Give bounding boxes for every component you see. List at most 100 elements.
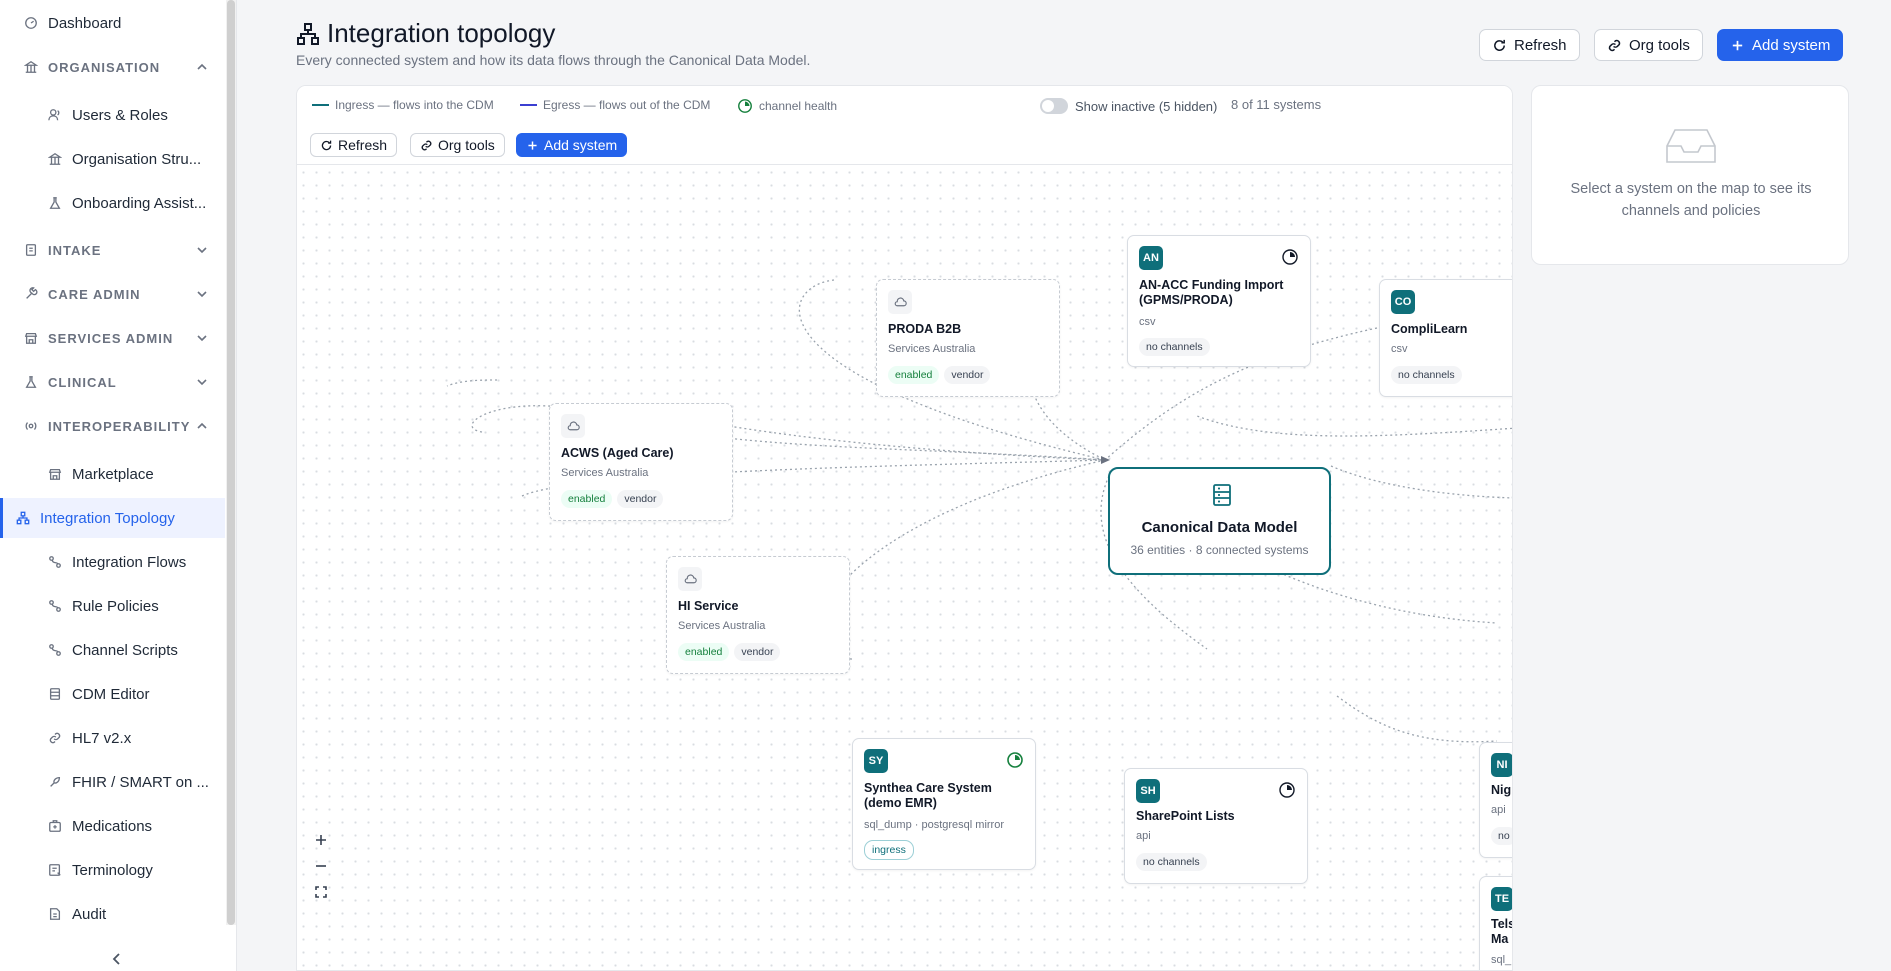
system-node-hi-service[interactable]: HI Service Services Australia enabled ve…	[666, 556, 850, 674]
system-node-sharepoint[interactable]: SH SharePoint Lists api no channels	[1124, 768, 1308, 884]
fit-view-button[interactable]	[309, 880, 333, 904]
sidebar-item-medications[interactable]: Medications	[0, 806, 225, 846]
system-name: Tels Ma	[1491, 917, 1513, 946]
sidebar-item-label: Onboarding Assist...	[72, 194, 207, 212]
sidebar-item-label: Organisation Stru...	[72, 150, 202, 168]
legend-ingress-label: Ingress — flows into the CDM	[335, 98, 494, 112]
status-badge: enabled	[561, 490, 613, 508]
sidebar-item-label: Marketplace	[72, 465, 154, 483]
sidebar-item-terminology[interactable]: Terminology	[0, 850, 225, 890]
sidebar-item-users-roles[interactable]: Users & Roles	[0, 95, 225, 135]
sidebar-item-rule-policies[interactable]: Rule Policies	[0, 586, 225, 626]
sidebar-item-hl7[interactable]: HL7 v2.x	[0, 718, 225, 758]
map-refresh-label: Refresh	[338, 137, 388, 153]
sidebar-item-channel-scripts[interactable]: Channel Scripts	[0, 630, 225, 670]
sidebar-item-integration-flows[interactable]: Integration Flows	[0, 542, 225, 582]
legend-health-label: channel health	[759, 99, 838, 113]
sidebar-group-interoperability[interactable]: INTEROPERABILITY	[0, 406, 225, 446]
system-avatar: AN	[1139, 246, 1163, 270]
system-tags: enabled vendor	[888, 366, 991, 384]
refresh-icon	[321, 140, 332, 150]
collapse-sidebar-icon[interactable]	[108, 950, 126, 968]
document-icon	[47, 906, 63, 922]
chevron-down-icon	[197, 291, 207, 298]
edge-sharepoint-tel	[1336, 695, 1498, 743]
chevron-up-icon	[197, 63, 207, 70]
status-badge: no channels	[1391, 366, 1462, 384]
type-badge: vendor	[617, 490, 664, 508]
map-add-system-button[interactable]: Add system	[516, 133, 628, 157]
sidebar-item-org-structure[interactable]: Organisation Stru...	[0, 139, 225, 179]
dashboard-icon	[23, 15, 39, 31]
system-node-complilearn[interactable]: CO CompliLearn csv no channels	[1379, 279, 1512, 397]
database-icon	[47, 686, 63, 702]
show-inactive-label: Show inactive (5 hidden)	[1075, 98, 1218, 114]
sidebar-group-clinical[interactable]: CLINICAL	[0, 362, 225, 402]
health-ring-icon	[1282, 249, 1298, 265]
sidebar-item-label: Medications	[72, 817, 153, 835]
refresh-button[interactable]: Refresh	[1479, 29, 1580, 61]
system-meta: Services Australia	[678, 620, 766, 632]
fit-view-icon	[315, 886, 327, 898]
system-tags: no channels	[1139, 338, 1210, 356]
cdm-stats: 36 entities · 8 connected systems	[1130, 543, 1309, 557]
database-icon	[1213, 484, 1231, 506]
tool-icon	[23, 286, 39, 302]
toggle-switch[interactable]	[1040, 98, 1068, 114]
system-tags: enabled vendor	[678, 643, 781, 661]
sidebar-group-label: ORGANISATION	[48, 59, 161, 75]
system-node-tel[interactable]: TE Tels Ma sql_ no	[1479, 876, 1513, 970]
store-icon	[47, 466, 63, 482]
sidebar-item-label: Integration Topology	[40, 509, 175, 527]
system-name: AN-ACC Funding Import (GPMS/PRODA)	[1139, 278, 1284, 307]
map-toolbar: Ingress — flows into the CDM Egress — fl…	[297, 86, 1512, 165]
sidebar-item-integration-topology[interactable]: Integration Topology	[0, 498, 225, 538]
sidebar-item-dashboard[interactable]: Dashboard	[0, 3, 225, 43]
chevron-up-icon	[197, 422, 207, 429]
status-badge: no	[1491, 827, 1512, 845]
sidebar-item-marketplace[interactable]: Marketplace	[0, 454, 225, 494]
zoom-out-button[interactable]	[309, 854, 333, 878]
show-inactive-toggle[interactable]: Show inactive (5 hidden)	[1040, 98, 1217, 114]
sidebar-group-organisation[interactable]: ORGANISATION	[0, 47, 225, 87]
system-node-synthea[interactable]: SY Synthea Care System (demo EMR) sql_du…	[852, 738, 1036, 870]
system-tags: ingress	[864, 840, 914, 860]
sidebar-scrollbar[interactable]	[226, 0, 236, 925]
canonical-data-model-node[interactable]: Canonical Data Model 36 entities · 8 con…	[1108, 467, 1331, 575]
sidebar-group-care-admin[interactable]: CARE ADMIN	[0, 274, 225, 314]
sidebar-group-services-admin[interactable]: SERVICES ADMIN	[0, 318, 225, 358]
egress-line-swatch	[520, 104, 537, 106]
legend-egress: Egress — flows out of the CDM	[520, 98, 710, 112]
sidebar-item-label: Audit	[72, 905, 107, 923]
sidebar-group-label: CARE ADMIN	[48, 286, 141, 302]
system-name: HI Service	[678, 599, 739, 613]
health-ring-icon	[738, 99, 752, 113]
map-canvas[interactable]: PRODA B2B Services Australia enabled ven…	[297, 166, 1513, 970]
system-node-night[interactable]: NI Nigh api no	[1479, 742, 1512, 858]
map-refresh-button[interactable]: Refresh	[310, 133, 398, 157]
system-meta: csv	[1139, 316, 1156, 328]
system-count: 8 of 11 systems	[1231, 97, 1322, 112]
sidebar-group-intake[interactable]: INTAKE	[0, 230, 225, 270]
system-node-acws[interactable]: ACWS (Aged Care) Services Australia enab…	[549, 403, 733, 521]
system-node-anacc[interactable]: AN AN-ACC Funding Import (GPMS/PRODA) cs…	[1127, 235, 1311, 367]
sidebar-item-cdm-editor[interactable]: CDM Editor	[0, 674, 225, 714]
map-org-tools-button[interactable]: Org tools	[410, 133, 505, 157]
org-tools-button[interactable]: Org tools	[1594, 29, 1703, 61]
system-meta: api	[1136, 830, 1151, 842]
link-icon	[421, 140, 432, 150]
refresh-label: Refresh	[1514, 36, 1567, 54]
add-system-label: Add system	[1752, 36, 1831, 54]
status-badge: enabled	[678, 643, 730, 661]
sidebar-item-fhir[interactable]: FHIR / SMART on ...	[0, 762, 225, 802]
system-node-proda-b2b[interactable]: PRODA B2B Services Australia enabled ven…	[876, 279, 1060, 397]
sidebar-scrollbar-thumb[interactable]	[227, 0, 235, 925]
sidebar-item-audit[interactable]: Audit	[0, 894, 225, 934]
add-system-button[interactable]: Add system	[1717, 29, 1844, 61]
sidebar-item-label: Users & Roles	[72, 106, 168, 124]
sidebar-item-onboarding[interactable]: Onboarding Assist...	[0, 183, 225, 223]
zoom-in-button[interactable]	[309, 828, 333, 852]
legend-ingress: Ingress — flows into the CDM	[312, 98, 494, 112]
system-meta: sql_dump · postgresql mirror	[864, 819, 1004, 831]
sidebar-group-label: INTEROPERABILITY	[48, 418, 191, 434]
